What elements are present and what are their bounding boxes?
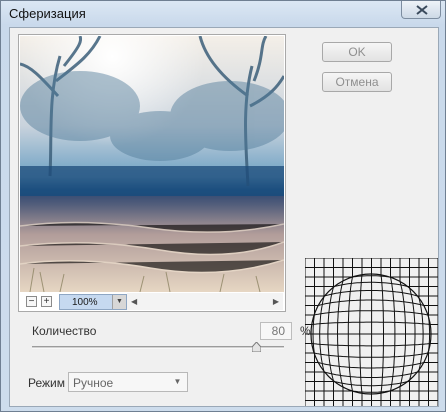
zoom-in-button[interactable]: + [41, 296, 52, 307]
amount-slider[interactable] [32, 346, 284, 349]
window-title: Сферизация [9, 6, 86, 21]
zoom-out-button[interactable]: − [26, 296, 37, 307]
preview-horizontal-scrollbar[interactable]: ◀ ▶ [127, 293, 283, 310]
image-preview[interactable] [20, 36, 284, 292]
image-preview-panel: − + 100% ▼ ◀ ▶ [18, 34, 286, 312]
scroll-right-icon[interactable]: ▶ [273, 297, 279, 306]
close-icon [416, 5, 428, 15]
amount-slider-thumb[interactable] [252, 342, 261, 352]
ok-button[interactable]: OK [322, 42, 392, 62]
sphereize-dialog: Сферизация − + 100% ▼ ◀ ▶ OK Отмена Коли… [0, 0, 446, 412]
chevron-down-icon: ▼ [173, 377, 182, 386]
amount-label: Количество [32, 324, 97, 338]
mode-select[interactable]: Ручное ▼ [68, 372, 188, 392]
close-button[interactable] [401, 1, 441, 19]
preview-image [20, 36, 284, 292]
scroll-left-icon[interactable]: ◀ [131, 297, 137, 306]
dialog-body: − + 100% ▼ ◀ ▶ OK Отмена Количество 80 %… [9, 27, 439, 407]
mode-label: Режим [28, 376, 65, 390]
chevron-down-icon: ▼ [112, 295, 126, 309]
amount-unit: % [300, 324, 311, 338]
mode-value: Ручное [73, 376, 114, 390]
title-bar: Сферизация [1, 1, 445, 27]
cancel-button[interactable]: Отмена [322, 72, 392, 92]
zoom-level-value: 100% [72, 297, 98, 308]
sphereize-distortion-grid [304, 257, 439, 406]
amount-input[interactable]: 80 [260, 322, 292, 340]
zoom-level-dropdown[interactable]: 100% ▼ [59, 294, 127, 310]
